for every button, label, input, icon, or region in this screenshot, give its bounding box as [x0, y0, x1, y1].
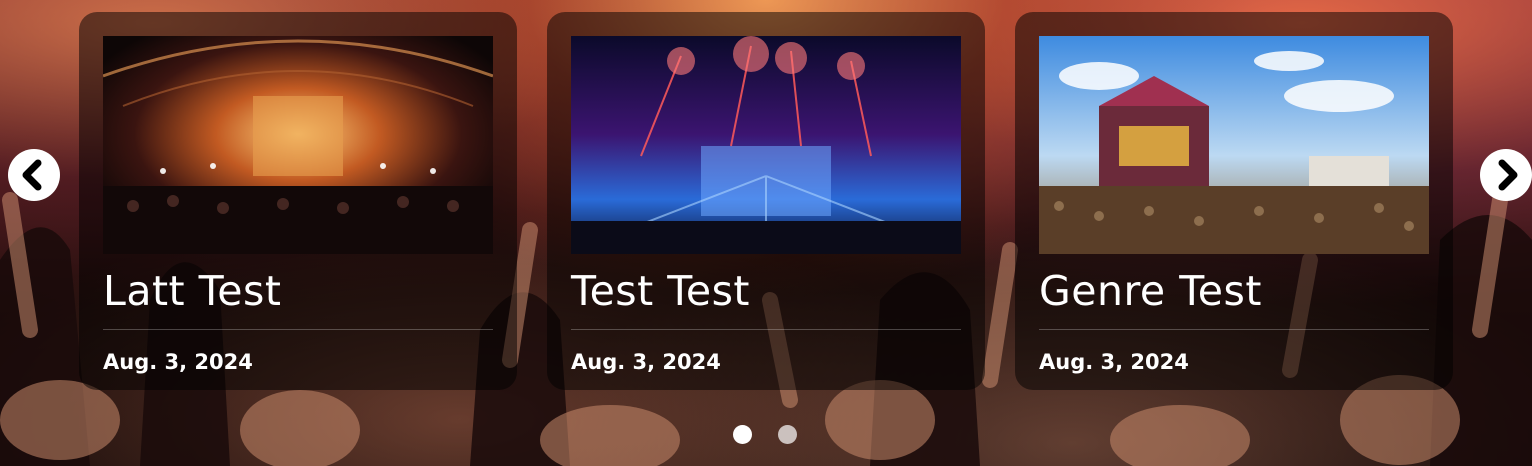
event-image[interactable]: [103, 36, 493, 254]
pagination-dot-2[interactable]: [778, 425, 797, 444]
chevron-left-icon: [22, 159, 42, 191]
event-date: Aug. 3, 2024: [571, 350, 721, 374]
event-title[interactable]: Genre Test: [1039, 267, 1429, 316]
divider: [571, 329, 961, 330]
event-card[interactable]: Latt Test Aug. 3, 2024: [79, 12, 517, 390]
event-title[interactable]: Latt Test: [103, 267, 493, 316]
event-date: Aug. 3, 2024: [1039, 350, 1189, 374]
event-carousel: Latt Test Aug. 3, 2024 Test Test Aug. 3,…: [0, 0, 1532, 466]
event-image[interactable]: [571, 36, 961, 254]
carousel-prev-button[interactable]: [8, 149, 60, 201]
pagination-dot-1[interactable]: [733, 425, 752, 444]
divider: [103, 329, 493, 330]
divider: [1039, 329, 1429, 330]
carousel-next-button[interactable]: [1480, 149, 1532, 201]
event-image[interactable]: [1039, 36, 1429, 254]
carousel-pagination: [733, 425, 797, 444]
event-title[interactable]: Test Test: [571, 267, 961, 316]
event-card[interactable]: Genre Test Aug. 3, 2024: [1015, 12, 1453, 390]
event-card[interactable]: Test Test Aug. 3, 2024: [547, 12, 985, 390]
chevron-right-icon: [1498, 159, 1518, 191]
event-date: Aug. 3, 2024: [103, 350, 253, 374]
